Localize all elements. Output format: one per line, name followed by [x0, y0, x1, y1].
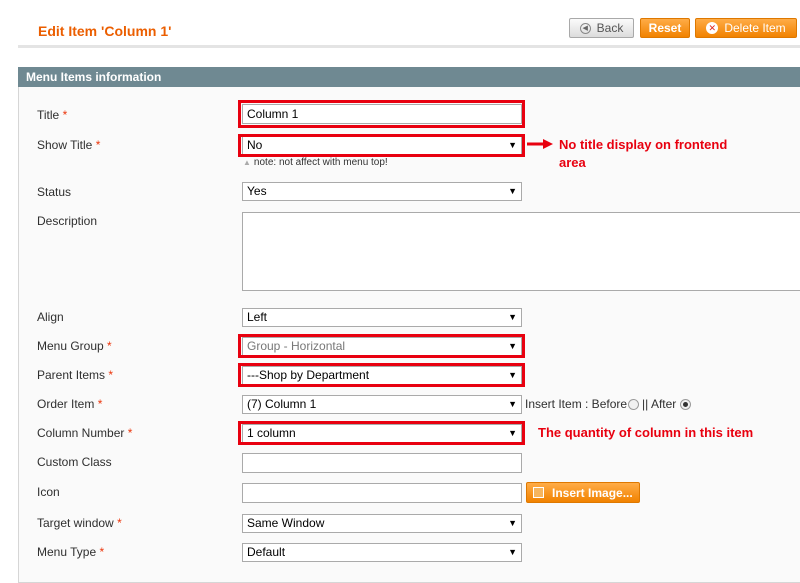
description-label: Description [37, 214, 98, 228]
insert-before-radio[interactable] [628, 398, 640, 410]
order-item-label: Order Item * [37, 397, 103, 411]
align-select[interactable]: Left ▼ [242, 308, 522, 327]
insert-position-group: Insert Item : Before || After [525, 397, 694, 411]
dropdown-arrow-icon: ▼ [508, 370, 517, 380]
back-button-label: Back [596, 21, 624, 35]
page-title: Edit Item 'Column 1' [38, 23, 172, 39]
insert-after-label: || After [642, 397, 677, 411]
dropdown-arrow-icon: ▼ [508, 399, 517, 409]
menu-group-select[interactable]: Group - Horizontal ▼ [242, 337, 522, 356]
target-window-label: Target window * [37, 516, 122, 530]
image-icon [533, 487, 544, 498]
description-textarea[interactable] [242, 212, 800, 291]
show-title-select[interactable]: No ▼ [242, 136, 522, 155]
target-window-select[interactable]: Same Window ▼ [242, 514, 522, 533]
insert-before-label: Insert Item : Before [525, 397, 628, 411]
insert-image-label: Insert Image... [552, 485, 633, 500]
show-title-label: Show Title * [37, 138, 101, 152]
red-arrow-icon [527, 139, 553, 149]
delete-icon: ✕ [706, 22, 719, 34]
menu-type-select[interactable]: Default ▼ [242, 543, 522, 562]
show-title-annotation-line1: No title display on frontend [559, 137, 728, 152]
title-input[interactable]: Column 1 [242, 104, 522, 124]
custom-class-label: Custom Class [37, 455, 112, 469]
order-item-select[interactable]: (7) Column 1 ▼ [242, 395, 522, 414]
title-label: Title * [37, 108, 68, 122]
show-title-note: ▲ note: not affect with menu top! [243, 157, 388, 168]
delete-item-button[interactable]: ✕ Delete Item [695, 18, 797, 38]
show-title-annotation-line2: area [559, 155, 586, 170]
parent-items-label: Parent Items * [37, 368, 114, 382]
icon-label: Icon [37, 485, 60, 499]
dropdown-arrow-icon: ▼ [508, 341, 517, 351]
dropdown-arrow-icon: ▼ [508, 547, 517, 557]
column-number-annotation: The quantity of column in this item [538, 425, 754, 440]
dropdown-arrow-icon: ▼ [508, 140, 517, 150]
dropdown-arrow-icon: ▼ [508, 428, 517, 438]
section-header: Menu Items information [18, 67, 800, 87]
insert-after-radio[interactable] [680, 398, 692, 410]
back-arrow-icon: ◀ [579, 22, 591, 34]
column-number-label: Column Number * [37, 426, 133, 440]
align-label: Align [37, 310, 64, 324]
menu-group-label: Menu Group * [37, 339, 112, 353]
triangle-note-icon: ▲ [243, 158, 251, 167]
status-select[interactable]: Yes ▼ [242, 182, 522, 201]
dropdown-arrow-icon: ▼ [508, 312, 517, 322]
parent-items-select[interactable]: ---Shop by Department ▼ [242, 366, 522, 385]
header-divider [18, 45, 800, 48]
delete-button-label: Delete Item [724, 21, 786, 35]
column-number-select[interactable]: 1 column ▼ [242, 424, 522, 443]
insert-image-button[interactable]: Insert Image... [526, 482, 640, 503]
custom-class-input[interactable] [242, 453, 522, 473]
reset-button[interactable]: Reset [640, 18, 690, 38]
dropdown-arrow-icon: ▼ [508, 518, 517, 528]
icon-input[interactable] [242, 483, 522, 503]
dropdown-arrow-icon: ▼ [508, 186, 517, 196]
status-label: Status [37, 185, 72, 199]
menu-type-label: Menu Type * [37, 545, 105, 559]
back-button[interactable]: ◀ Back [569, 18, 634, 38]
